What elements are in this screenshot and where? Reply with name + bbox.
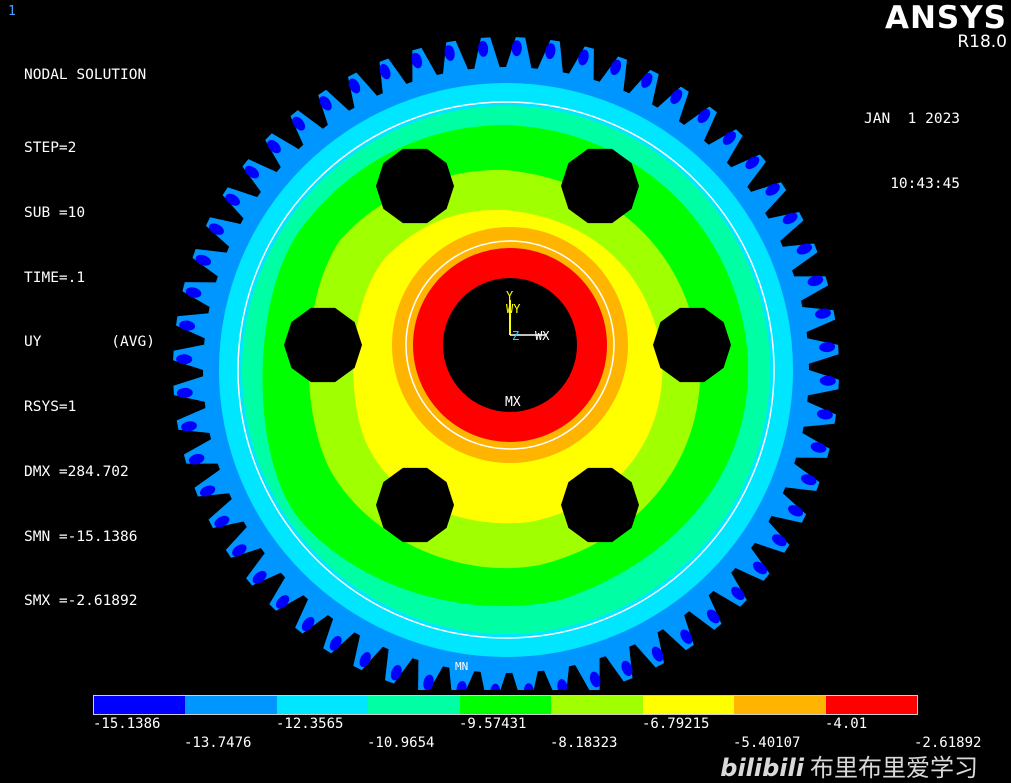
legend-label-bottom-1: -10.9654 (367, 735, 435, 751)
axis-z-label: Z (512, 329, 519, 343)
watermark-text: 布里布里爱学习 (809, 754, 978, 782)
gear-body (173, 37, 839, 690)
bilibili-watermark: bilibili 布里布里爱学习 (705, 720, 978, 783)
bolt-hole-3 (653, 307, 731, 383)
bilibili-logo: bilibili (720, 754, 804, 782)
gear-contour-plot[interactable]: Y WY Z WX MX MN (0, 0, 1011, 690)
max-marker-label: MX (505, 395, 521, 410)
bolt-hole-4 (376, 467, 454, 543)
bolt-hole-1 (561, 148, 639, 224)
legend-label-bottom-2: -8.18323 (550, 735, 618, 751)
legend-color-7 (734, 696, 826, 714)
legend-label-bottom-0: -13.7476 (184, 735, 252, 751)
bolt-hole-5 (561, 467, 639, 543)
legend-label-top-0: -15.1386 (93, 716, 161, 732)
legend-color-1 (185, 696, 277, 714)
bolt-hole-2 (284, 307, 362, 383)
legend-label-top-1: -12.3565 (276, 716, 344, 732)
axis-wy-label: WY (506, 302, 521, 316)
legend-color-0 (94, 696, 186, 714)
min-marker-label: MN (455, 660, 468, 673)
legend-color-4 (459, 696, 552, 714)
legend-label-top-3: -6.79215 (642, 716, 710, 732)
bolt-hole-0 (376, 148, 454, 224)
legend-color-5 (551, 696, 643, 714)
legend-color-3 (368, 696, 460, 714)
legend-color-8 (825, 696, 917, 714)
legend-color-6 (642, 696, 735, 714)
axis-y-label: Y (506, 289, 514, 303)
legend-label-top-2: -9.57431 (459, 716, 527, 732)
axis-wx-label: WX (535, 329, 550, 343)
contour-legend-bar (93, 695, 918, 715)
legend-color-2 (276, 696, 369, 714)
